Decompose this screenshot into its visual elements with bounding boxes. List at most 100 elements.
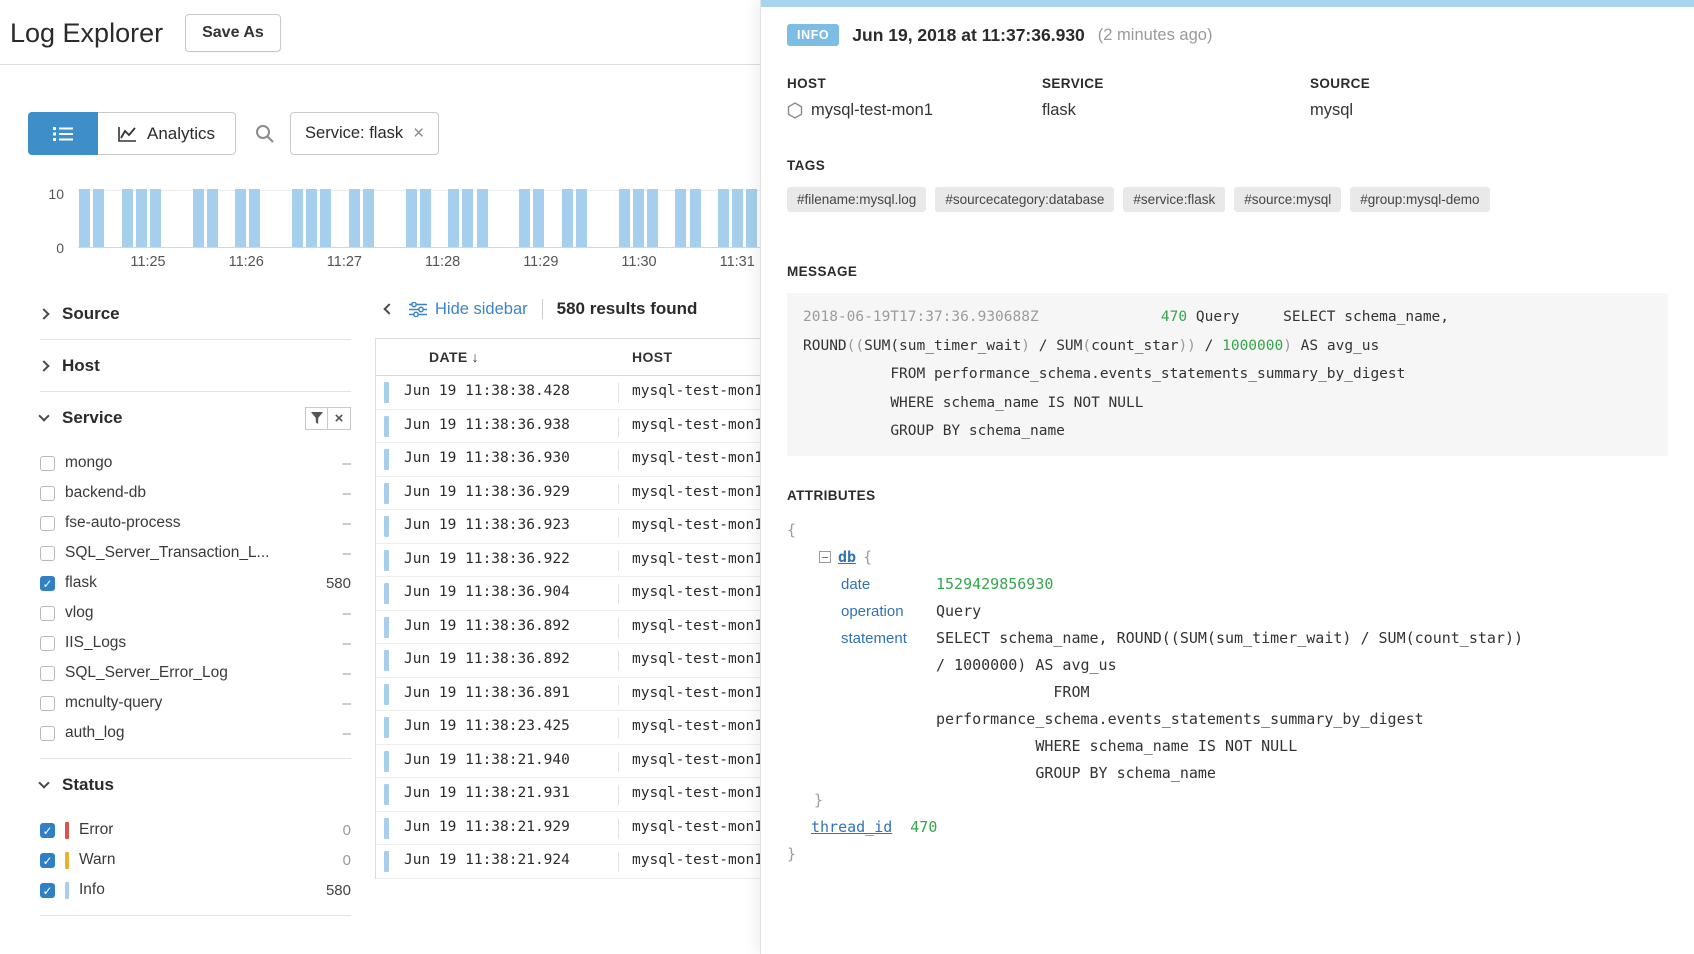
facet-clear-button[interactable] — [328, 407, 351, 430]
attribute-key[interactable]: operation — [841, 598, 936, 625]
facet-item[interactable]: flask580 — [40, 568, 351, 598]
facet-item[interactable]: Info580 — [40, 875, 351, 905]
facet-item[interactable]: Error0 — [40, 815, 351, 845]
facet-status[interactable]: Status — [40, 759, 351, 811]
row-status-indicator — [384, 717, 389, 738]
service-value[interactable]: flask — [1042, 101, 1076, 120]
facet-item[interactable]: SQL_Server_Transaction_L...– — [40, 538, 351, 568]
attribute-value[interactable]: 1529429856930 — [936, 571, 1668, 598]
search-icon[interactable] — [254, 123, 276, 145]
collapse-panel-chevron-icon[interactable] — [383, 303, 394, 314]
tag-pill[interactable]: #sourcecategory:database — [935, 187, 1114, 212]
checkbox[interactable] — [40, 636, 55, 651]
facet-item[interactable]: mcnulty-query– — [40, 688, 351, 718]
attribute-value[interactable]: SELECT schema_name, ROUND((SUM(sum_timer… — [936, 625, 1668, 787]
tag-pill[interactable]: #group:mysql-demo — [1350, 187, 1489, 212]
results-count: 580 results found — [557, 299, 698, 319]
histogram-bar[interactable] — [519, 189, 530, 247]
histogram-bar[interactable] — [150, 189, 161, 247]
checkbox[interactable] — [40, 576, 55, 591]
facet-service[interactable]: Service — [40, 392, 351, 444]
histogram-bar[interactable] — [249, 189, 260, 247]
histogram-bar[interactable] — [647, 189, 658, 247]
checkbox[interactable] — [40, 666, 55, 681]
histogram-bar[interactable] — [306, 189, 317, 247]
histogram-bar[interactable] — [207, 189, 218, 247]
source-value[interactable]: mysql — [1310, 101, 1353, 120]
facet-item[interactable]: SQL_Server_Error_Log– — [40, 658, 351, 688]
histogram-bar[interactable] — [93, 189, 104, 247]
date-column-header[interactable]: DATE — [429, 349, 479, 365]
histogram-bar[interactable] — [292, 189, 303, 247]
service-filter-chip[interactable]: Service: flask — [290, 112, 439, 155]
checkbox[interactable] — [40, 696, 55, 711]
histogram-bar[interactable] — [746, 189, 757, 247]
checkbox[interactable] — [40, 853, 55, 868]
analytics-button[interactable]: Analytics — [98, 112, 236, 155]
attribute-value[interactable]: Query — [936, 598, 1668, 625]
checkbox[interactable] — [40, 516, 55, 531]
histogram-bar[interactable] — [136, 189, 147, 247]
histogram-bar[interactable] — [633, 189, 644, 247]
checkbox[interactable] — [40, 486, 55, 501]
facet-filter-button[interactable] — [305, 407, 328, 430]
histogram-bar[interactable] — [193, 189, 204, 247]
histogram-bar[interactable] — [477, 189, 488, 247]
hide-sidebar-link[interactable]: Hide sidebar — [409, 300, 528, 319]
host-column-header[interactable]: HOST — [632, 349, 673, 365]
facet-item[interactable]: fse-auto-process– — [40, 508, 351, 538]
tag-pill[interactable]: #source:mysql — [1234, 187, 1341, 212]
checkbox[interactable] — [40, 606, 55, 621]
histogram-bar[interactable] — [320, 189, 331, 247]
x-tick-label: 11:26 — [229, 254, 264, 270]
tag-pill[interactable]: #filename:mysql.log — [787, 187, 926, 212]
checkbox[interactable] — [40, 823, 55, 838]
checkbox[interactable] — [40, 883, 55, 898]
list-view-button[interactable] — [28, 112, 98, 155]
histogram-bar[interactable] — [718, 189, 729, 247]
histogram-bar[interactable] — [235, 189, 246, 247]
attribute-key[interactable]: thread_id — [811, 818, 892, 836]
save-as-button[interactable]: Save As — [185, 14, 281, 52]
log-date: Jun 19 11:38:36.891 — [404, 685, 570, 701]
histogram-bar[interactable] — [406, 189, 417, 247]
histogram-bar[interactable] — [533, 189, 544, 247]
histogram-bar[interactable] — [576, 189, 587, 247]
facet-item[interactable]: IIS_Logs– — [40, 628, 351, 658]
facet-item[interactable]: vlog– — [40, 598, 351, 628]
checkbox[interactable] — [40, 456, 55, 471]
attribute-key[interactable]: statement — [841, 625, 936, 787]
facet-source[interactable]: Source — [40, 288, 351, 340]
facet-host[interactable]: Host — [40, 340, 351, 392]
attribute-key[interactable]: db — [838, 544, 856, 571]
histogram-xticks: 11:2511:2611:2711:2811:2911:3011:31 — [78, 254, 760, 274]
histogram-bar[interactable] — [690, 189, 701, 247]
host-value[interactable]: mysql-test-mon1 — [811, 101, 933, 120]
histogram-bar[interactable] — [420, 189, 431, 247]
histogram-bar[interactable] — [619, 189, 630, 247]
row-status-indicator — [384, 818, 389, 839]
detail-header: INFO Jun 19, 2018 at 11:37:36.930 (2 min… — [787, 24, 1668, 46]
attribute-value[interactable]: 470 — [910, 818, 937, 836]
attribute-key[interactable]: date — [841, 571, 936, 598]
remove-filter-icon[interactable] — [413, 124, 424, 143]
collapse-icon[interactable] — [819, 551, 831, 563]
tag-pill[interactable]: #service:flask — [1123, 187, 1225, 212]
histogram-bar[interactable] — [562, 189, 573, 247]
histogram-bar[interactable] — [732, 189, 743, 247]
facet-item[interactable]: auth_log– — [40, 718, 351, 748]
histogram-bar[interactable] — [122, 189, 133, 247]
histogram-bar[interactable] — [462, 189, 473, 247]
histogram-bar[interactable] — [363, 189, 374, 247]
facet-item[interactable]: mongo– — [40, 448, 351, 478]
facet-item[interactable]: Warn0 — [40, 845, 351, 875]
checkbox[interactable] — [40, 546, 55, 561]
checkbox[interactable] — [40, 726, 55, 741]
histogram-bar[interactable] — [675, 189, 686, 247]
histogram-bar[interactable] — [349, 189, 360, 247]
facet-item[interactable]: backend-db– — [40, 478, 351, 508]
facet-item-label: Warn — [79, 851, 115, 869]
histogram-bar[interactable] — [79, 189, 90, 247]
log-date: Jun 19 11:38:36.904 — [404, 584, 570, 600]
histogram-bar[interactable] — [448, 189, 459, 247]
